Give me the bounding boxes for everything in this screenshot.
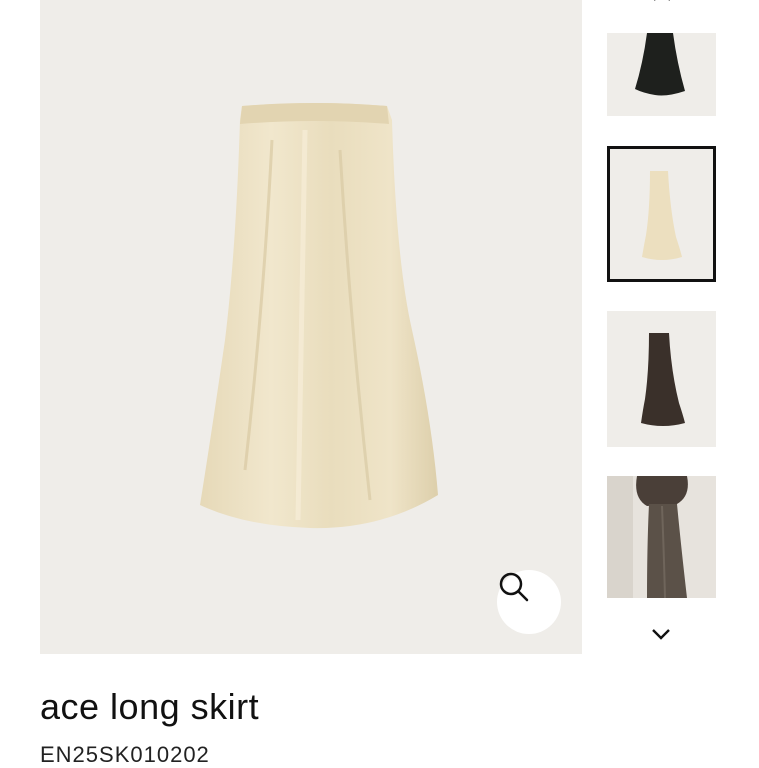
cream-skirt-image: [642, 171, 682, 260]
brown-skirt-image: [641, 333, 685, 426]
magnifier-icon: [499, 572, 529, 602]
zoom-button[interactable]: [497, 570, 561, 634]
main-product-image[interactable]: [40, 0, 582, 654]
cream-skirt-thumbnail[interactable]: [607, 146, 716, 282]
model-skirt-image: [607, 476, 716, 598]
cream-skirt-illustration: [200, 103, 438, 529]
black-skirt-thumbnail[interactable]: [607, 33, 716, 116]
product-code: EN25SK010202: [40, 742, 210, 767]
black-skirt-image: [635, 33, 685, 96]
product-title: ace long skirt: [40, 686, 260, 727]
chevron-down-icon[interactable]: [650, 626, 672, 642]
chevron-up-icon[interactable]: [652, 0, 672, 2]
brown-skirt-thumbnail[interactable]: [607, 311, 716, 447]
model-wearing-skirt-thumbnail[interactable]: [607, 476, 716, 598]
